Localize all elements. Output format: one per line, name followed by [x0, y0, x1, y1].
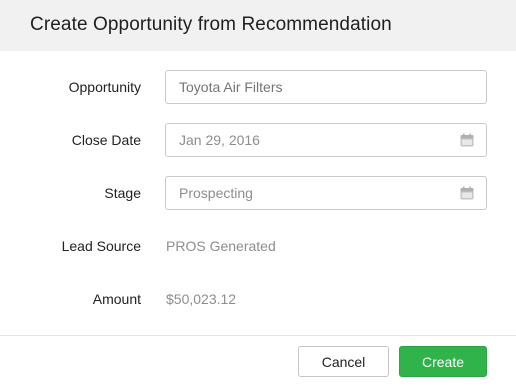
stage-field-box — [165, 176, 487, 210]
dialog-title: Create Opportunity from Recommendation — [30, 14, 392, 35]
opportunity-row: Opportunity — [0, 70, 516, 104]
calendar-icon[interactable] — [460, 133, 474, 147]
dialog-header: Create Opportunity from Recommendation — [0, 0, 516, 51]
opportunity-input[interactable] — [166, 71, 486, 103]
close-date-label: Close Date — [71, 132, 141, 148]
close-date-field-box — [165, 123, 487, 157]
opportunity-field-box — [165, 70, 487, 104]
create-button[interactable]: Create — [399, 346, 487, 377]
footer-divider — [0, 335, 516, 336]
amount-value: $50,023.12 — [166, 291, 237, 307]
stage-label: Stage — [104, 185, 141, 201]
lead-source-label: Lead Source — [61, 238, 141, 254]
cancel-button[interactable]: Cancel — [298, 346, 389, 377]
stage-row: Stage — [0, 176, 516, 210]
close-date-row: Close Date — [0, 123, 516, 157]
opportunity-label: Opportunity — [68, 79, 141, 95]
amount-label: Amount — [92, 291, 141, 307]
calendar-icon[interactable] — [460, 186, 474, 200]
create-opportunity-dialog: Create Opportunity from Recommendation O… — [0, 0, 516, 389]
lead-source-row: Lead Source PROS Generated — [0, 229, 516, 263]
amount-row: Amount $50,023.12 — [0, 282, 516, 316]
close-date-input[interactable] — [166, 124, 486, 156]
lead-source-value: PROS Generated — [166, 238, 276, 254]
stage-input[interactable] — [166, 177, 486, 209]
